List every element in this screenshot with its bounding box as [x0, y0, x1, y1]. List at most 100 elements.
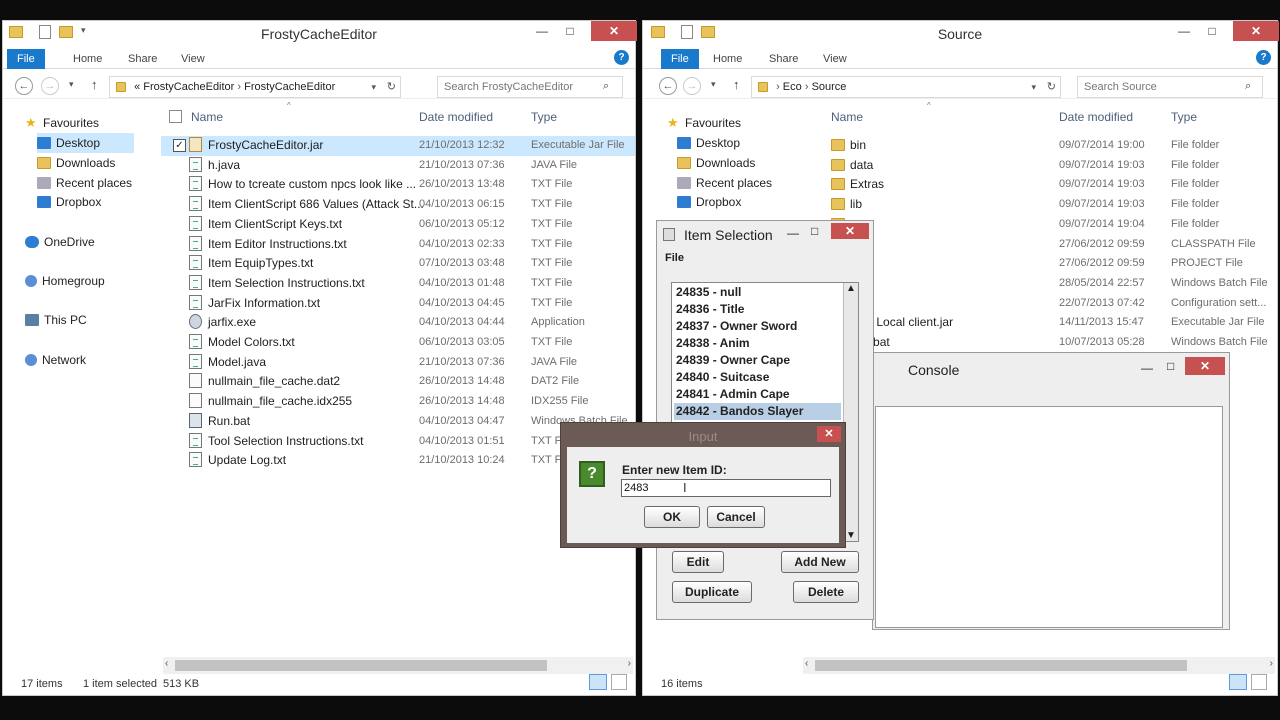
- back-icon[interactable]: ←: [659, 77, 677, 95]
- search-icon[interactable]: ⌕: [1245, 80, 1251, 93]
- nav-favourites[interactable]: ★ Favourites: [25, 113, 99, 133]
- nav-this-pc[interactable]: This PC: [25, 310, 87, 330]
- table-row[interactable]: op.ini22/07/2013 07:42Configuration sett…: [813, 294, 1273, 314]
- forward-icon[interactable]: →: [683, 77, 701, 95]
- table-row[interactable]: Model Colors.txt 06/10/2013 03:05 TXT File: [161, 333, 635, 353]
- console-close-button[interactable]: ✕: [1185, 357, 1225, 375]
- up-icon[interactable]: ↑: [733, 77, 740, 92]
- recent-dropdown-icon[interactable]: ▾: [69, 79, 74, 90]
- nav-dropbox[interactable]: Dropbox: [677, 192, 741, 212]
- nav-onedrive[interactable]: OneDrive: [25, 232, 95, 252]
- table-row[interactable]: How to tcreate custom npcs look like ...…: [161, 175, 635, 195]
- scrollbar-thumb[interactable]: [175, 660, 547, 671]
- table-row[interactable]: nullmain_file_cache.idx255 26/10/2013 14:…: [161, 392, 635, 412]
- table-row[interactable]: Item Selection Instructions.txt 04/10/201…: [161, 274, 635, 294]
- tab-share[interactable]: Share: [759, 49, 808, 69]
- table-row[interactable]: Item ClientScript 686 Values (Attack St.…: [161, 195, 635, 215]
- duplicate-button[interactable]: Duplicate: [672, 581, 752, 603]
- address-dropdown-icon[interactable]: ▾: [1031, 77, 1036, 97]
- table-row[interactable]: data 09/07/2014 19:03 File folder: [813, 156, 1273, 176]
- edit-button[interactable]: Edit: [672, 551, 724, 573]
- breadcrumb-1[interactable]: Source: [812, 81, 847, 93]
- menu-file[interactable]: File: [665, 252, 684, 264]
- column-name[interactable]: Name: [831, 110, 863, 130]
- scroll-down-icon[interactable]: ▼: [846, 530, 856, 541]
- table-row[interactable]: JarFix Information.txt 04/10/2013 04:45 TX…: [161, 294, 635, 314]
- back-icon[interactable]: ←: [15, 77, 33, 95]
- list-item[interactable]: 24837 - Owner Sword: [674, 318, 841, 335]
- scroll-left-icon[interactable]: ‹: [805, 658, 808, 669]
- up-icon[interactable]: ↑: [91, 77, 98, 92]
- console-maximize-button[interactable]: □: [1167, 359, 1174, 373]
- table-row[interactable]: Item EquipTypes.txt 07/10/2013 03:48 TXT F…: [161, 254, 635, 274]
- address-box[interactable]: › Eco › Source ▾ ↻: [751, 76, 1061, 98]
- search-icon[interactable]: ⌕: [603, 80, 609, 93]
- close-button[interactable]: ✕: [1233, 21, 1279, 41]
- table-row[interactable]: bin 09/07/2014 19:00 File folder: [813, 136, 1273, 156]
- cancel-button[interactable]: Cancel: [707, 506, 765, 528]
- column-type[interactable]: Type: [531, 110, 557, 130]
- nav-favourites[interactable]: ★ Favourites: [667, 113, 741, 133]
- column-name[interactable]: Name: [191, 110, 223, 130]
- table-row[interactable]: 09/07/2014 19:04 File folder: [813, 215, 1273, 235]
- nav-downloads[interactable]: Downloads: [37, 153, 115, 173]
- close-button[interactable]: ✕: [817, 426, 841, 442]
- search-input[interactable]: Search FrostyCacheEditor: [437, 76, 623, 98]
- list-item[interactable]: 24835 - null: [674, 284, 841, 301]
- breadcrumb-1[interactable]: FrostyCacheEditor: [244, 81, 335, 93]
- table-row[interactable]: ✓ FrostyCacheEditor.jar 21/10/2013 12:32 Ex…: [161, 136, 635, 156]
- breadcrumb-0[interactable]: Eco: [783, 81, 802, 93]
- table-row[interactable]: Extras 09/07/2014 19:03 File folder: [813, 175, 1273, 195]
- nav-desktop[interactable]: Desktop: [677, 133, 740, 153]
- table-row[interactable]: ct27/06/2012 09:59PROJECT File: [813, 254, 1273, 274]
- maximize-button[interactable]: □: [811, 224, 818, 238]
- column-date-modified[interactable]: Date modified: [1059, 110, 1133, 130]
- scroll-right-icon[interactable]: ›: [628, 658, 631, 669]
- nav-recent-places[interactable]: Recent places: [37, 173, 132, 193]
- nav-network[interactable]: Network: [25, 350, 86, 370]
- help-icon[interactable]: ?: [1256, 50, 1271, 65]
- close-button[interactable]: ✕: [591, 21, 637, 41]
- list-item[interactable]: 24836 - Title: [674, 301, 841, 318]
- address-dropdown-icon[interactable]: ▾: [371, 77, 376, 97]
- list-item[interactable]: 24838 - Anim: [674, 335, 841, 352]
- list-item[interactable]: 24840 - Suitcase: [674, 369, 841, 386]
- close-button[interactable]: ✕: [831, 223, 869, 239]
- nav-dropbox[interactable]: Dropbox: [37, 192, 101, 212]
- scroll-left-icon[interactable]: ‹: [165, 658, 168, 669]
- details-view-icon[interactable]: [1229, 674, 1247, 690]
- table-row[interactable]: nullmain_file_cache.dat2 26/10/2013 14:48…: [161, 372, 635, 392]
- list-item[interactable]: 24841 - Admin Cape: [674, 386, 841, 403]
- console-output[interactable]: [875, 406, 1223, 628]
- table-row[interactable]: ation v2 Local client.jar 14/11/2013 15:4…: [813, 313, 1273, 333]
- column-type[interactable]: Type: [1171, 110, 1197, 130]
- tab-home[interactable]: Home: [703, 49, 752, 69]
- breadcrumb-0[interactable]: FrostyCacheEditor: [143, 81, 234, 93]
- path-overflow[interactable]: «: [134, 81, 140, 93]
- scroll-right-icon[interactable]: ›: [1270, 658, 1273, 669]
- table-row[interactable]: h.java 21/10/2013 07:36 JAVA File: [161, 156, 635, 176]
- address-box[interactable]: « FrostyCacheEditor › FrostyCacheEditor …: [109, 76, 401, 98]
- nav-desktop[interactable]: Desktop: [37, 133, 135, 153]
- ok-button[interactable]: OK: [644, 506, 700, 528]
- search-input[interactable]: Search Source: [1077, 76, 1263, 98]
- nav-downloads[interactable]: Downloads: [677, 153, 755, 173]
- scroll-up-icon[interactable]: ▲: [846, 283, 856, 294]
- table-row[interactable]: Item ClientScript Keys.txt 06/10/2013 05:…: [161, 215, 635, 235]
- tab-file[interactable]: File: [7, 49, 45, 69]
- large-icons-view-icon[interactable]: [611, 674, 627, 690]
- details-view-icon[interactable]: [589, 674, 607, 690]
- tab-share[interactable]: Share: [118, 49, 167, 69]
- minimize-button[interactable]: —: [787, 226, 799, 240]
- nav-recent-places[interactable]: Recent places: [677, 173, 772, 193]
- list-item[interactable]: 24842 - Bandos Slayer: [674, 403, 841, 420]
- table-row[interactable]: onuses.bat10/07/2013 05:28Windows Batch …: [813, 333, 1273, 353]
- help-icon[interactable]: ?: [614, 50, 629, 65]
- column-date-modified[interactable]: Date modified: [419, 110, 493, 130]
- delete-button[interactable]: Delete: [793, 581, 859, 603]
- list-item[interactable]: 24839 - Owner Cape: [674, 352, 841, 369]
- tab-file[interactable]: File: [661, 49, 699, 69]
- table-row[interactable]: path27/06/2012 09:59CLASSPATH File: [813, 235, 1273, 255]
- refresh-icon[interactable]: ↻: [1047, 77, 1056, 97]
- minimize-button[interactable]: —: [1171, 21, 1197, 41]
